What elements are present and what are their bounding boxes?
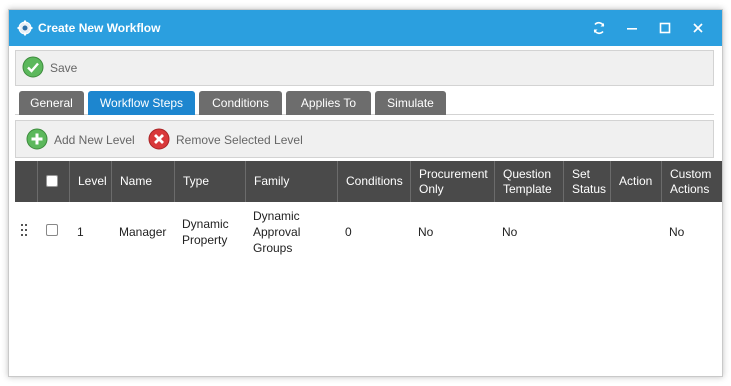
cell-custom-actions: No [669,225,685,239]
workflow-window: Create New Workflow Save General Workflo… [8,9,723,377]
column-header-family[interactable]: Family [245,161,337,202]
checkmark-icon [22,56,44,81]
title-bar: Create New Workflow [9,10,722,46]
select-all-checkbox[interactable] [46,175,58,187]
cell-family: Dynamic Approval Groups [253,209,301,255]
save-toolbar: Save [15,50,714,86]
column-header-custom-actions[interactable]: Custom Actions [661,161,722,202]
close-icon[interactable] [689,19,707,37]
tab-applies-to[interactable]: Applies To [286,91,371,115]
tab-simulate[interactable]: Simulate [375,91,446,115]
column-header-set-status[interactable]: Set Status [563,161,610,202]
row-checkbox[interactable] [46,224,58,236]
column-header-level[interactable]: Level [69,161,111,202]
cell-name: Manager [119,225,167,239]
refresh-icon[interactable] [590,19,608,37]
cell-type: Dynamic Property [182,217,229,247]
column-header-name[interactable]: Name [111,161,174,202]
cell-level: 1 [77,225,84,239]
column-header-procurement-only[interactable]: Procurement Only [410,161,494,202]
grid-header: Level Name Type Family Conditions Procur… [15,161,722,202]
add-new-level-label: Add New Level [54,133,135,147]
cell-conditions: 0 [345,225,352,239]
column-header-action[interactable]: Action [610,161,661,202]
level-toolbar: Add New Level Remove Selected Level [15,120,714,158]
window-title: Create New Workflow [38,21,161,35]
drag-handle-icon[interactable] [21,224,29,238]
remove-selected-level-label: Remove Selected Level [176,133,303,147]
column-header-conditions[interactable]: Conditions [337,161,410,202]
add-new-level-button[interactable]: Add New Level [26,128,135,152]
maximize-icon[interactable] [656,19,674,37]
tab-general[interactable]: General [19,91,84,115]
tab-conditions[interactable]: Conditions [199,91,282,115]
column-header-question-template[interactable]: Question Template [494,161,563,202]
save-label: Save [50,61,78,75]
cell-set-status [563,202,610,262]
tab-workflow-steps[interactable]: Workflow Steps [88,91,195,115]
cell-question-template: No [502,225,518,239]
tab-strip: General Workflow Steps Conditions Applie… [15,90,714,115]
table-row[interactable]: 1 Manager Dynamic Property Dynamic Appro… [15,202,722,262]
cell-action [610,202,661,262]
remove-icon [148,128,170,153]
plus-icon [26,128,48,153]
remove-selected-level-button[interactable]: Remove Selected Level [148,128,303,152]
cell-procurement-only: No [418,225,434,239]
gear-icon [17,20,33,36]
save-button[interactable]: Save [22,56,77,80]
column-header-type[interactable]: Type [174,161,245,202]
drag-column-header [15,161,37,202]
minimize-icon[interactable] [623,19,641,37]
